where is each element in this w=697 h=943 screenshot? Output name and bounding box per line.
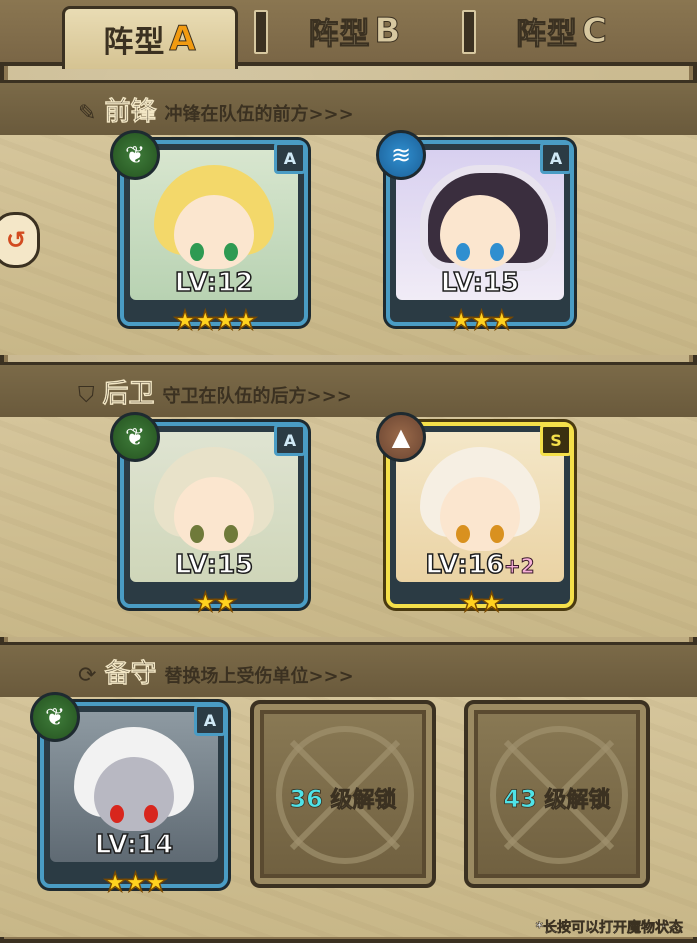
rank-badge: A bbox=[274, 142, 306, 174]
unit-stars: ★★★★ bbox=[173, 305, 259, 337]
tab-letter: A bbox=[169, 19, 197, 60]
character-face bbox=[440, 195, 520, 269]
tab-separator bbox=[462, 10, 476, 54]
section-name: 前锋 bbox=[104, 97, 157, 128]
unit-card-front-1[interactable]: LV:12 ★★★★ A ❦ bbox=[110, 130, 308, 337]
section-name: 后卫 bbox=[102, 379, 155, 410]
unit-level: LV:14 bbox=[94, 829, 174, 861]
section-front: ✎ 前锋 冲锋在队伍的前方>>> bbox=[0, 80, 697, 138]
unit-stars: ★★★ bbox=[103, 867, 168, 899]
sword-icon: ✎ bbox=[78, 101, 97, 126]
tab-label: 阵型 bbox=[103, 25, 166, 60]
section-front-title: ✎ 前锋 冲锋在队伍的前方>>> bbox=[78, 91, 354, 128]
section-name: 备守 bbox=[104, 659, 157, 690]
unlock-requirement: 36 级解锁 bbox=[289, 785, 397, 814]
section-desc: 冲锋在队伍的前方>>> bbox=[164, 104, 354, 125]
locked-slot-2[interactable]: 43 级解锁 bbox=[464, 700, 650, 888]
section-reserve-title: ⟳ 备守 替换场上受伤单位>>> bbox=[78, 653, 354, 690]
formation-tabs: 阵型 A 阵型 B 阵型 C bbox=[0, 0, 697, 69]
tab-letter: B bbox=[374, 11, 402, 52]
character-face bbox=[94, 757, 174, 831]
unit-card-back-2[interactable]: LV:16+2 ★★ S ▲ bbox=[376, 412, 574, 619]
back-arrow-icon[interactable]: ↺ bbox=[0, 212, 40, 268]
tab-formation-a[interactable]: 阵型 A bbox=[62, 6, 238, 69]
tab-label: 阵型 bbox=[308, 17, 371, 53]
unit-level: LV:16+2 bbox=[425, 549, 535, 581]
nature-icon: ❦ bbox=[110, 130, 160, 180]
character-face bbox=[174, 195, 254, 269]
section-desc: 守卫在队伍的后方>>> bbox=[162, 386, 352, 407]
locked-slot-1[interactable]: 36 级解锁 bbox=[250, 700, 436, 888]
long-press-hint: *长按可以打开魔物状态 bbox=[535, 920, 683, 937]
unit-card-front-2[interactable]: LV:15 ★★★ A ≋ bbox=[376, 130, 574, 337]
front-field bbox=[0, 135, 697, 355]
formation-panel: 阵型 A 阵型 B 阵型 C ✎ 前锋 冲锋在队伍的前方>>> ↺ LV:12 bbox=[0, 0, 697, 943]
character-face bbox=[440, 477, 520, 551]
tab-separator bbox=[254, 10, 268, 54]
tab-label: 阵型 bbox=[516, 17, 579, 53]
tab-formation-b[interactable]: 阵型 B bbox=[275, 4, 435, 58]
nature-icon: ❦ bbox=[30, 692, 80, 742]
water-icon: ≋ bbox=[376, 130, 426, 180]
back-field bbox=[0, 417, 697, 637]
unit-stars: ★★ bbox=[193, 587, 238, 619]
nature-icon: ❦ bbox=[110, 412, 160, 462]
unit-stars: ★★ bbox=[459, 587, 504, 619]
section-back-title: ⛉ 后卫 守卫在队伍的后方>>> bbox=[78, 373, 352, 410]
tab-letter: C bbox=[582, 11, 608, 52]
section-back: ⛉ 后卫 守卫在队伍的后方>>> bbox=[0, 362, 697, 420]
unit-stars: ★★★ bbox=[449, 305, 514, 337]
unit-level: LV:12 bbox=[174, 267, 254, 299]
rank-badge: A bbox=[540, 142, 572, 174]
earth-icon: ▲ bbox=[376, 412, 426, 462]
section-reserve: ⟳ 备守 替换场上受伤单位>>> bbox=[0, 642, 697, 700]
unit-level: LV:15 bbox=[174, 549, 254, 581]
rank-badge: S bbox=[540, 424, 572, 456]
unit-card-reserve-1[interactable]: LV:14 ★★★ A ❦ bbox=[30, 692, 228, 899]
unit-level: LV:15 bbox=[440, 267, 520, 299]
section-desc: 替换场上受伤单位>>> bbox=[164, 666, 354, 687]
rank-badge: A bbox=[194, 704, 226, 736]
unit-card-back-1[interactable]: LV:15 ★★ A ❦ bbox=[110, 412, 308, 619]
swap-icon: ⟳ bbox=[78, 663, 97, 688]
rank-badge: A bbox=[274, 424, 306, 456]
tab-formation-c[interactable]: 阵型 C bbox=[482, 4, 642, 58]
unlock-requirement: 43 级解锁 bbox=[503, 785, 611, 814]
character-face bbox=[174, 477, 254, 551]
shield-icon: ⛉ bbox=[78, 383, 95, 408]
